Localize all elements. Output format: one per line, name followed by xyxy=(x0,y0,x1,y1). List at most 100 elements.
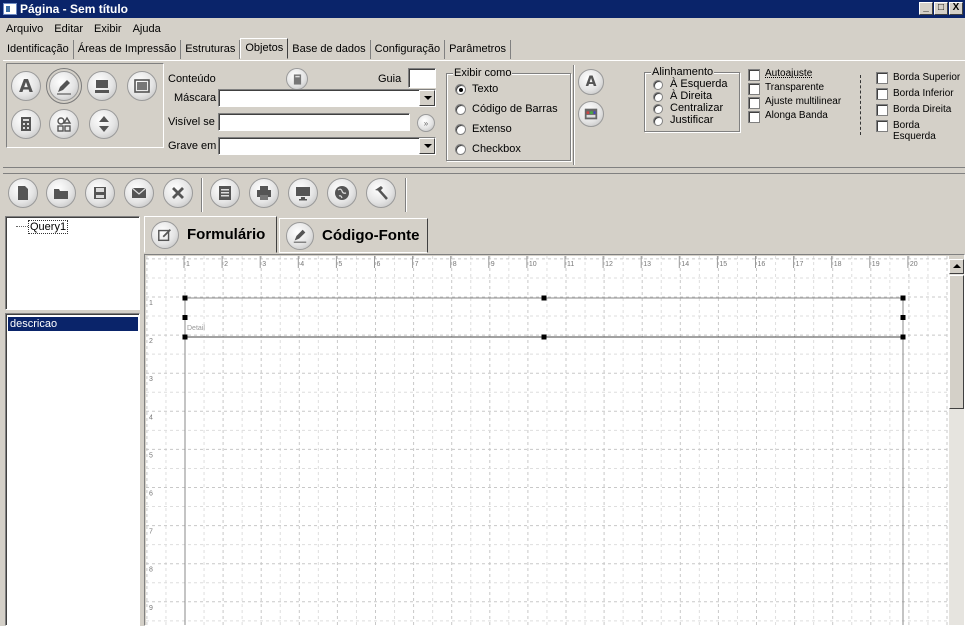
tab-base-dados[interactable]: Base de dados xyxy=(288,40,371,59)
band-label: Detail xyxy=(187,325,205,332)
borda-superior-label: Borda Superior xyxy=(893,72,961,83)
ruler-number: 19 xyxy=(872,261,880,268)
ruler-number: 1 xyxy=(149,300,153,307)
selection-handle xyxy=(182,315,188,320)
tab-identificacao[interactable]: Identificação xyxy=(3,40,74,59)
mascara-select[interactable] xyxy=(218,89,436,107)
vertical-scrollbar[interactable] xyxy=(949,259,964,625)
autoajuste-checkbox[interactable] xyxy=(748,69,760,81)
up-down-arrows-icon xyxy=(99,116,109,132)
guia-input[interactable] xyxy=(408,68,436,88)
tab-codigo-fonte[interactable]: Código-Fonte xyxy=(279,218,428,253)
tab-formulario[interactable]: Formulário xyxy=(144,216,277,253)
close-window-button[interactable]: X xyxy=(949,2,963,15)
tab-areas-impressao[interactable]: Áreas de Impressão xyxy=(74,40,182,59)
print-button[interactable] xyxy=(249,178,279,208)
build-button[interactable] xyxy=(366,178,396,208)
menu-exibir[interactable]: Exibir xyxy=(88,23,127,35)
tab-configuracao[interactable]: Configuração xyxy=(371,40,446,59)
new-button[interactable] xyxy=(8,178,38,208)
save-icon xyxy=(94,187,106,199)
chevron-down-icon[interactable] xyxy=(419,90,435,106)
radio-checkbox[interactable] xyxy=(455,144,466,155)
image-tool-button[interactable] xyxy=(127,71,157,101)
transparente-checkbox[interactable] xyxy=(748,83,760,95)
scroll-up-button[interactable] xyxy=(949,259,964,274)
arrows-tool-button[interactable] xyxy=(89,109,119,139)
open-icon xyxy=(54,189,68,199)
ruler-number: 6 xyxy=(377,261,381,268)
ruler-number: 17 xyxy=(796,261,804,268)
edit-form-icon xyxy=(158,228,171,241)
border-preview xyxy=(860,75,866,135)
radio-centralizar[interactable] xyxy=(653,104,663,114)
selection-handle xyxy=(182,295,188,301)
radio-texto[interactable] xyxy=(455,84,466,95)
tree-item-query1[interactable]: Query1 xyxy=(28,220,69,234)
visivel-se-input[interactable] xyxy=(218,113,410,131)
pencil-icon xyxy=(293,229,307,243)
color-button[interactable] xyxy=(578,101,604,127)
ruler-number: 7 xyxy=(149,529,153,536)
grave-em-select[interactable] xyxy=(218,137,436,155)
tab-estruturas[interactable]: Estruturas xyxy=(181,40,241,59)
pencil-icon xyxy=(57,80,71,95)
list-item-descricao[interactable]: descricao xyxy=(8,317,138,331)
minimize-button[interactable]: _ xyxy=(919,2,933,15)
radio-codigo-barras[interactable] xyxy=(455,104,466,115)
open-button[interactable] xyxy=(46,178,76,208)
conteudo-calculator-button[interactable] xyxy=(286,68,308,90)
design-canvas[interactable]: 1 2 3 4 5 6 7 8 9 10 11 12 13 14 15 16 17 18 19 20 1 2 3 4 5 6 7 8 9… xyxy=(146,256,949,625)
print-preview-icon xyxy=(219,186,231,200)
computer-tool-button[interactable] xyxy=(87,71,117,101)
radio-justificar[interactable] xyxy=(653,116,663,126)
chevron-down-icon[interactable] xyxy=(419,138,435,154)
selection-handle xyxy=(541,334,547,340)
ruler-number: 14 xyxy=(681,261,689,268)
save-button[interactable] xyxy=(85,178,115,208)
close-button[interactable] xyxy=(163,178,193,208)
maximize-button[interactable]: □ xyxy=(934,2,948,15)
alonga-banda-checkbox[interactable] xyxy=(748,111,760,123)
borda-inferior-checkbox[interactable] xyxy=(876,88,888,100)
monitor-button[interactable] xyxy=(288,178,318,208)
calculator-tool-button[interactable] xyxy=(11,109,41,139)
print-preview-button[interactable] xyxy=(210,178,240,208)
borda-direita-checkbox[interactable] xyxy=(876,104,888,116)
radio-codigo-barras-label: Código de Barras xyxy=(472,103,558,115)
tab-parametros[interactable]: Parâmetros xyxy=(445,40,511,59)
menu-ajuda[interactable]: Ajuda xyxy=(127,23,166,35)
ajuste-multilinear-checkbox[interactable] xyxy=(748,97,760,109)
calculator-icon xyxy=(21,117,31,131)
globe-button[interactable] xyxy=(327,178,357,208)
transparente-label: Transparente xyxy=(765,82,825,93)
ruler-number: 1 xyxy=(186,261,190,268)
radio-extenso[interactable] xyxy=(455,124,466,135)
exibir-como-group: Exibir como Texto Código de Barras Exten… xyxy=(446,67,571,161)
borda-esquerda-checkbox[interactable] xyxy=(876,120,888,132)
scroll-thumb[interactable] xyxy=(949,275,964,409)
tab-objetos[interactable]: Objetos xyxy=(240,38,289,59)
mail-button[interactable] xyxy=(124,178,154,208)
shapes-tool-button[interactable] xyxy=(49,109,79,139)
text-tool-button[interactable]: A xyxy=(11,71,41,101)
menu-arquivo[interactable]: Arquivo xyxy=(0,23,48,35)
radio-esquerda[interactable] xyxy=(653,80,663,90)
visivel-se-go-button[interactable]: » xyxy=(417,114,435,132)
selection-handle xyxy=(900,334,906,340)
mascara-label: Máscara xyxy=(174,92,217,104)
borda-direita-label: Borda Direita xyxy=(893,104,952,115)
selection-handle xyxy=(541,295,547,301)
borda-superior-checkbox[interactable] xyxy=(876,72,888,84)
pencil-tool-button[interactable] xyxy=(46,68,82,104)
menu-editar[interactable]: Editar xyxy=(48,23,88,35)
radio-texto-label: Texto xyxy=(472,83,499,95)
ruler-number: 15 xyxy=(719,261,727,268)
query-tree: Query1 xyxy=(5,216,140,310)
font-icon: A xyxy=(585,74,597,90)
palette-icon xyxy=(584,108,598,120)
app-icon xyxy=(3,3,17,15)
ruler-number: 10 xyxy=(529,261,537,268)
radio-direita[interactable] xyxy=(653,92,663,102)
font-button[interactable]: A xyxy=(578,69,604,95)
